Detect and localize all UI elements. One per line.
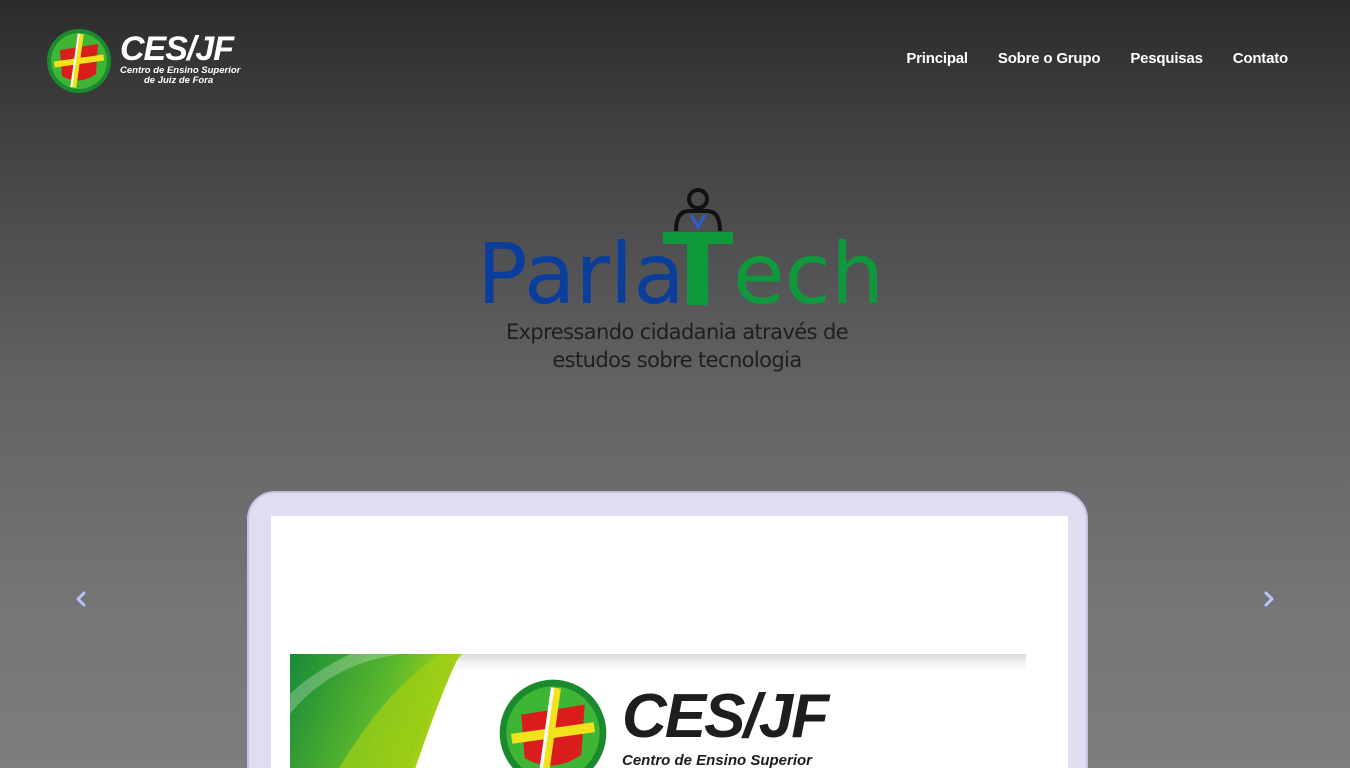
parlatech-wordmark: Parla ech [477, 188, 884, 323]
parlatech-logo: Parla ech Expressando cidadania através … [475, 185, 884, 375]
slide-brand: CES/JF Centro de Ensino Superior [498, 678, 829, 768]
hero-tagline: Expressando cidadania através de estudos… [475, 318, 879, 374]
nav-contato[interactable]: Contato [1233, 50, 1288, 67]
slide-brand-subtitle: Centro de Ensino Superior [622, 752, 813, 768]
cesjf-emblem-icon [499, 679, 607, 768]
logo-ech: ech [733, 225, 884, 323]
cesjf-emblem-icon [47, 29, 111, 93]
site-logo[interactable]: CES/JF Centro de Ensino Superior de Juiz… [46, 28, 240, 94]
chevron-right-icon[interactable] [1258, 588, 1280, 610]
device-frame: CES/JF Centro de Ensino Superior [247, 491, 1088, 768]
green-leaf-graphic [290, 654, 462, 768]
main-nav: Principal Sobre o Grupo Pesquisas Contat… [906, 50, 1288, 67]
carousel-slide[interactable]: CES/JF Centro de Ensino Superior [290, 654, 1026, 768]
brand-name: CES/JF [120, 30, 234, 68]
logo-parla: Parla [477, 225, 685, 323]
nav-principal[interactable]: Principal [906, 50, 968, 67]
slide-brand-name: CES/JF [622, 682, 829, 751]
chevron-left-icon[interactable] [70, 588, 92, 610]
nav-pesquisas[interactable]: Pesquisas [1130, 50, 1203, 67]
brand-subtitle-2: de Juiz de Fora [144, 75, 214, 86]
logo-t-stem [687, 232, 708, 305]
tagline-line-1: Expressando cidadania através de [505, 320, 849, 344]
tagline-line-2: estudos sobre tecnologia [552, 348, 802, 372]
site-header: CES/JF Centro de Ensino Superior de Juiz… [0, 0, 1350, 120]
nav-sobre-o-grupo[interactable]: Sobre o Grupo [998, 50, 1101, 67]
device-screen: CES/JF Centro de Ensino Superior [271, 516, 1068, 768]
